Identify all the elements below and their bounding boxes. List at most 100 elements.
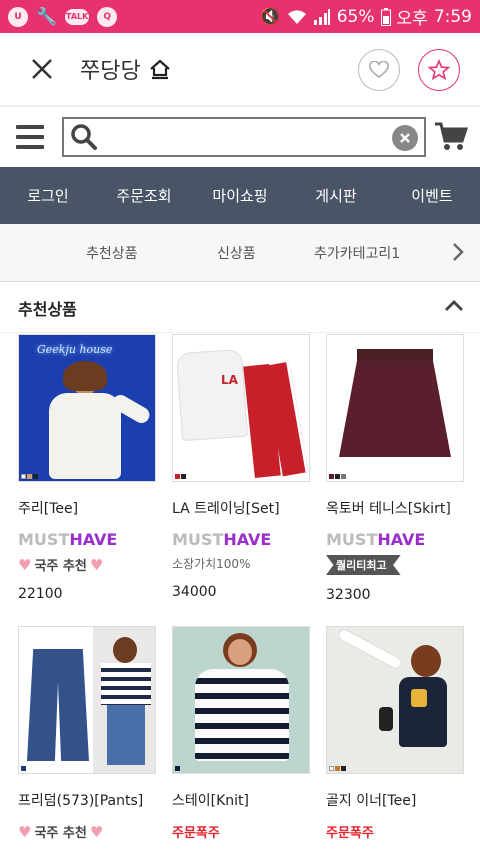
app-notification-icon: U: [8, 6, 28, 27]
menu-line: [16, 125, 44, 129]
signal-icon: [313, 8, 330, 25]
color-swatches: [329, 474, 346, 479]
product-name[interactable]: 프리덤(573)[Pants]: [18, 790, 156, 810]
sweatshirt: [176, 348, 248, 442]
product-name[interactable]: 스테이[Knit]: [172, 790, 310, 810]
product-image[interactable]: [326, 626, 464, 774]
product-tag: 주문폭주: [326, 826, 374, 841]
product-image[interactable]: LA: [172, 334, 310, 482]
nav-my-shopping[interactable]: 마이쇼핑: [192, 185, 288, 206]
model-top: [49, 393, 121, 479]
nav-order-lookup[interactable]: 주문조회: [96, 185, 192, 206]
handbag: [379, 707, 393, 731]
battery-percent: 65%: [336, 6, 375, 27]
clear-icon: [400, 133, 410, 143]
nav-event[interactable]: 이벤트: [384, 185, 480, 206]
tab-extra-category-1[interactable]: 추가카테고리1: [314, 243, 400, 263]
model-hair: [411, 645, 441, 677]
product-card[interactable]: Geekju house 주리[Tee] MUSTHAVE ♥ 국주 추천 ♥ 22…: [18, 334, 156, 602]
like-button[interactable]: [358, 49, 400, 91]
product-tag: ♥ 국주 추천 ♥: [18, 555, 104, 575]
mute-icon: 🔇: [259, 6, 281, 27]
clock: 7:59: [433, 6, 472, 27]
search-icon: [71, 124, 97, 150]
product-card[interactable]: 프리덤(573)[Pants] ♥ 국주 추천 ♥: [18, 626, 156, 841]
product-name[interactable]: 옥토버 테니스[Skirt]: [326, 498, 464, 518]
color-swatches: [329, 766, 346, 771]
hamburger-menu-button[interactable]: [16, 125, 44, 149]
product-card[interactable]: LA LA 트레이닝[Set] MUSTHAVE 소장가치100% 34000: [172, 334, 310, 600]
heart-icon: [369, 61, 389, 78]
la-logo: LA: [221, 373, 238, 387]
product-card[interactable]: 옥토버 테니스[Skirt] MUSTHAVE 퀄리티최고 32300: [326, 334, 464, 603]
color-swatches: [21, 474, 38, 479]
product-image[interactable]: Geekju house: [18, 334, 156, 482]
search-bar: [0, 107, 480, 167]
must-have-badge: MUSTHAVE: [172, 530, 272, 549]
product-image[interactable]: [172, 626, 310, 774]
wrench-icon: 🔧: [36, 6, 58, 27]
model-jeans: [107, 705, 145, 765]
jeans: [27, 649, 89, 761]
product-card[interactable]: 스테이[Knit] 주문폭주: [172, 626, 310, 841]
neon-sign: Geekju house: [37, 343, 113, 356]
model-hair: [63, 361, 107, 391]
product-price: 22100: [18, 586, 63, 602]
battery-icon: [380, 7, 391, 26]
tab-new[interactable]: 신상품: [217, 243, 256, 263]
product-tag: 주문폭주: [172, 826, 220, 841]
menu-line: [16, 145, 44, 149]
cart-button[interactable]: [434, 121, 469, 155]
product-price: 32300: [326, 587, 371, 603]
striped-knit: [195, 669, 289, 761]
chevron-up-icon: [445, 300, 463, 311]
menu-line: [16, 135, 44, 139]
heart-icon: ♥: [18, 822, 32, 841]
close-button[interactable]: [22, 49, 62, 89]
product-name[interactable]: LA 트레이닝[Set]: [172, 498, 310, 518]
must-have-badge: MUSTHAVE: [18, 530, 118, 549]
model-head: [228, 639, 252, 665]
search-input[interactable]: [62, 117, 426, 157]
product-image[interactable]: [326, 334, 464, 482]
next-category-button[interactable]: [452, 242, 464, 266]
top-bar: 쭈당당: [0, 33, 480, 107]
time-ampm: 오후: [396, 9, 428, 29]
color-swatches: [21, 766, 26, 771]
section-title: 추천상품: [18, 299, 77, 319]
knit-vest: [399, 677, 447, 747]
heart-icon: ♥: [89, 822, 104, 841]
clear-search-button[interactable]: [392, 125, 418, 151]
heart-icon: ♥: [18, 555, 32, 574]
heart-icon: ♥: [89, 555, 104, 574]
skirt-body: [339, 361, 451, 457]
category-tabs: 추천상품 신상품 추가카테고리1: [0, 224, 480, 282]
collapse-section-button[interactable]: [444, 297, 464, 316]
favorite-button[interactable]: [418, 49, 460, 91]
star-icon: [428, 59, 450, 81]
nav-login[interactable]: 로그인: [0, 185, 96, 206]
cart-icon: [435, 122, 469, 150]
shop-title: 쭈당당: [80, 53, 171, 85]
kakaotalk-icon: TALK: [65, 8, 90, 25]
app-notification-icon-2: Q: [97, 6, 118, 27]
color-swatches: [175, 766, 180, 771]
home-icon[interactable]: [149, 58, 171, 80]
must-have-badge: MUSTHAVE: [326, 530, 426, 549]
status-bar: U 🔧 TALK Q 🔇 65% 오후 7:59: [0, 0, 480, 33]
color-swatches: [175, 474, 186, 479]
product-name[interactable]: 주리[Tee]: [18, 498, 156, 518]
product-image[interactable]: [18, 626, 156, 774]
model-head: [113, 637, 137, 663]
section-header: 추천상품: [0, 283, 480, 333]
product-tag: ♥ 국주 추천 ♥: [18, 822, 104, 842]
striped-top: [101, 663, 151, 705]
product-price: 34000: [172, 584, 217, 600]
tab-recommended[interactable]: 추천상품: [86, 243, 138, 263]
product-name[interactable]: 골지 이너[Tee]: [326, 790, 464, 810]
product-card[interactable]: 골지 이너[Tee] 주문폭주: [326, 626, 464, 841]
nav-board[interactable]: 게시판: [288, 185, 384, 206]
close-icon: [32, 59, 52, 79]
chevron-right-icon: [453, 243, 464, 261]
raised-arm: [336, 627, 404, 671]
